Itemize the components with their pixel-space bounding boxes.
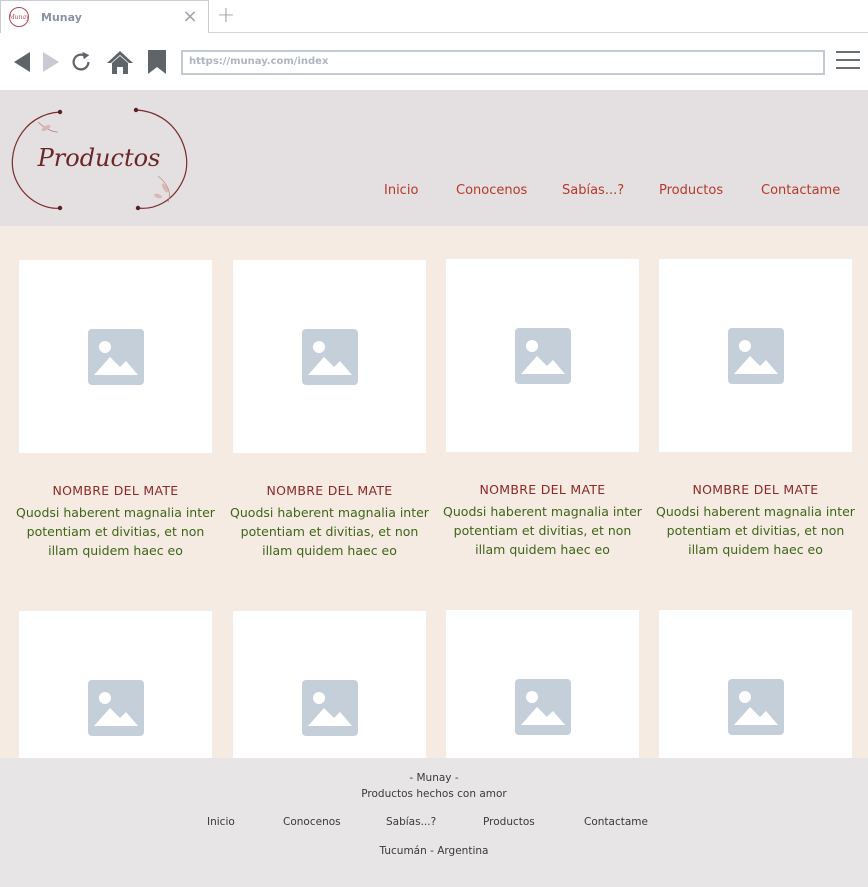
- product-card[interactable]: [446, 610, 639, 758]
- product-card[interactable]: NOMBRE DEL MATE Quodsi haberent magnalia…: [443, 259, 642, 559]
- image-placeholder-icon: [301, 679, 358, 736]
- product-image: [446, 610, 639, 758]
- footer-brand: - Munay -: [409, 772, 459, 784]
- close-icon[interactable]: ×: [182, 7, 198, 27]
- browser-tab-bar: Munay Munay × +: [0, 0, 868, 33]
- product-image: [233, 611, 426, 758]
- favicon-icon: Munay: [9, 7, 29, 27]
- product-image: [233, 260, 426, 453]
- nav-link-inicio[interactable]: Inicio: [384, 183, 418, 198]
- home-icon[interactable]: [106, 49, 134, 75]
- product-title: NOMBRE DEL MATE: [479, 482, 606, 497]
- product-image: [659, 259, 852, 452]
- reload-icon[interactable]: [69, 49, 93, 75]
- product-image: [19, 260, 212, 453]
- site-footer: - Munay - Productos hechos con amor Inic…: [0, 758, 868, 887]
- product-description: Quodsi haberent magnalia inter potentiam…: [16, 505, 215, 558]
- logo-text: Productos: [37, 144, 161, 172]
- bookmark-icon[interactable]: [145, 49, 169, 75]
- product-image: [659, 610, 852, 758]
- hamburger-menu-icon[interactable]: [836, 51, 862, 73]
- footer-link-conocenos[interactable]: Conocenos: [283, 816, 341, 828]
- url-text: https://munay.com/index: [189, 56, 329, 67]
- product-image: [446, 259, 639, 452]
- product-description: Quodsi haberent magnalia inter potentiam…: [443, 504, 642, 557]
- back-icon[interactable]: [10, 49, 34, 75]
- nav-link-sabias[interactable]: Sabías...?: [562, 183, 624, 198]
- image-placeholder-icon: [514, 327, 571, 384]
- product-grid: NOMBRE DEL MATE Quodsi haberent magnalia…: [0, 226, 868, 758]
- browser-toolbar: https://munay.com/index: [0, 33, 868, 90]
- footer-link-inicio[interactable]: Inicio: [207, 816, 235, 828]
- image-placeholder-icon: [87, 328, 144, 385]
- product-card[interactable]: [659, 610, 852, 758]
- forward-icon[interactable]: [39, 49, 63, 75]
- image-placeholder-icon: [514, 678, 571, 735]
- product-image: [19, 611, 212, 758]
- product-card[interactable]: [233, 611, 426, 758]
- product-description: Quodsi haberent magnalia inter potentiam…: [230, 505, 429, 558]
- nav-link-contactame[interactable]: Contactame: [761, 183, 840, 198]
- plus-icon[interactable]: +: [216, 4, 236, 28]
- product-card[interactable]: NOMBRE DEL MATE Quodsi haberent magnalia…: [230, 260, 429, 560]
- image-placeholder-icon: [87, 679, 144, 736]
- footer-location: Tucumán - Argentina: [379, 845, 489, 857]
- product-title: NOMBRE DEL MATE: [266, 483, 393, 498]
- url-input[interactable]: https://munay.com/index: [181, 50, 825, 75]
- nav-link-conocenos[interactable]: Conocenos: [456, 183, 527, 198]
- image-placeholder-icon: [301, 328, 358, 385]
- logo[interactable]: Productos: [8, 106, 190, 214]
- image-placeholder-icon: [727, 327, 784, 384]
- product-card[interactable]: NOMBRE DEL MATE Quodsi haberent magnalia…: [656, 259, 855, 559]
- browser-tab[interactable]: Munay Munay ×: [0, 0, 209, 33]
- tab-title: Munay: [41, 10, 82, 24]
- site-header: Productos Inicio Conocenos Sabías...? Pr…: [0, 90, 868, 226]
- footer-link-sabias[interactable]: Sabías...?: [386, 816, 436, 828]
- image-placeholder-icon: [727, 678, 784, 735]
- product-card[interactable]: [19, 611, 212, 758]
- product-card[interactable]: NOMBRE DEL MATE Quodsi haberent magnalia…: [16, 260, 215, 560]
- footer-link-contactame[interactable]: Contactame: [584, 816, 648, 828]
- nav-link-productos[interactable]: Productos: [659, 183, 723, 198]
- footer-link-productos[interactable]: Productos: [483, 816, 535, 828]
- footer-tagline: Productos hechos con amor: [361, 788, 507, 800]
- product-title: NOMBRE DEL MATE: [52, 483, 179, 498]
- product-title: NOMBRE DEL MATE: [692, 482, 819, 497]
- product-description: Quodsi haberent magnalia inter potentiam…: [656, 504, 855, 557]
